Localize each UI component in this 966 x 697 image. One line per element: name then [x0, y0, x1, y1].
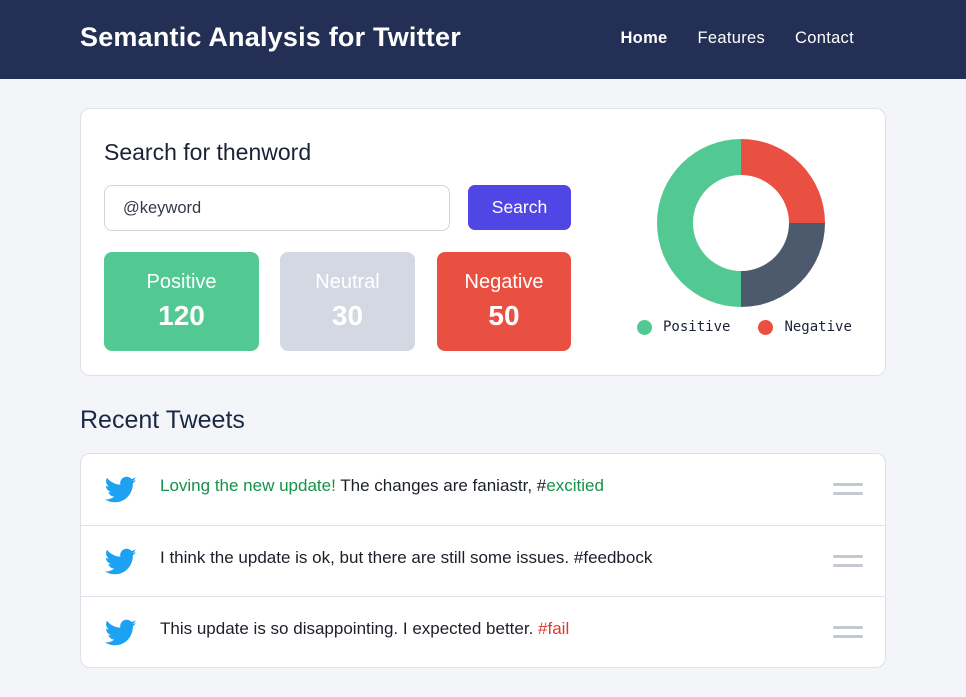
- navbar: Semantic Analysis for Twitter Home Featu…: [0, 0, 966, 79]
- legend-negative-label: Negative: [784, 319, 852, 335]
- tweet-highlight: Loving the new update!: [160, 476, 336, 495]
- keyword-search-input[interactable]: [104, 185, 450, 231]
- twitter-bird-icon: [105, 548, 137, 574]
- tweet-body: This update is so disappointing. I expec…: [160, 619, 539, 638]
- tweet-hashtag[interactable]: #feedbock: [574, 548, 652, 567]
- tweet-text: Loving the new update! The changes are f…: [160, 476, 604, 496]
- positive-stat-count: 120: [158, 300, 205, 331]
- neutral-stat-card: Neutral 30: [280, 252, 415, 351]
- nav-links: Home Features Contact: [620, 29, 854, 48]
- recent-tweets-title: Recent Tweets: [80, 406, 245, 434]
- drag-handle-icon[interactable]: [833, 483, 863, 497]
- tweet-body: The changes are faniastr,: [335, 476, 537, 495]
- tweet-hashtag[interactable]: excitied: [546, 476, 604, 495]
- neutral-stat-label: Neutral: [315, 271, 380, 293]
- drag-handle-icon[interactable]: [833, 554, 863, 569]
- legend-positive-label: Positive: [663, 319, 731, 335]
- legend-item-positive: Positive: [637, 319, 730, 335]
- tweet-hashtag[interactable]: #fail: [538, 619, 569, 638]
- nav-home-link[interactable]: Home: [620, 29, 667, 48]
- app-title: Semantic Analysis for Twitter: [80, 22, 461, 52]
- search-button[interactable]: Search: [468, 185, 571, 230]
- drag-handle-icon[interactable]: [833, 626, 863, 640]
- negative-stat-count: 50: [488, 300, 520, 331]
- twitter-bird-icon: [105, 476, 137, 503]
- nav-features-link[interactable]: Features: [698, 29, 766, 48]
- legend-negative-swatch: [758, 319, 774, 335]
- sentiment-donut-chart: [657, 139, 825, 307]
- legend-positive-swatch: [637, 319, 652, 335]
- positive-stat-label: Positive: [146, 271, 217, 293]
- tweet-body: I think the update is ok, but there are …: [160, 547, 574, 567]
- tweet-row: I think the update is ok, but there are …: [81, 526, 885, 597]
- neutral-stat-count: 30: [331, 300, 364, 331]
- nav-contact-link[interactable]: Contact: [795, 29, 854, 48]
- positive-stat-card: Positive 120: [104, 252, 259, 351]
- tweet-text: I think the update is ok, but there are …: [160, 548, 652, 568]
- tweet-row: This update is so disappointing. I expec…: [81, 597, 885, 667]
- donut-slice-negative: [741, 139, 825, 223]
- twitter-bird-icon: [105, 619, 137, 646]
- donut-slice-positive: [657, 139, 741, 307]
- recent-tweets-list: Loving the new update! The changes are f…: [80, 453, 886, 668]
- tweet-row: Loving the new update! The changes are f…: [81, 454, 885, 526]
- search-card: Search for thenword Search Positive 120 …: [80, 108, 886, 376]
- legend-item-negative: Negative: [758, 319, 852, 335]
- tweet-text: This update is so disappointing. I expec…: [160, 619, 569, 639]
- negative-stat-card: Negative 50: [437, 252, 571, 351]
- negative-stat-label: Negative: [464, 271, 544, 293]
- donut-slice-other: [741, 223, 825, 307]
- search-title: Search for thenword: [104, 139, 312, 165]
- chart-legend: Positive Negative: [637, 319, 880, 335]
- tweet-hashtag-prefix: #: [536, 476, 547, 495]
